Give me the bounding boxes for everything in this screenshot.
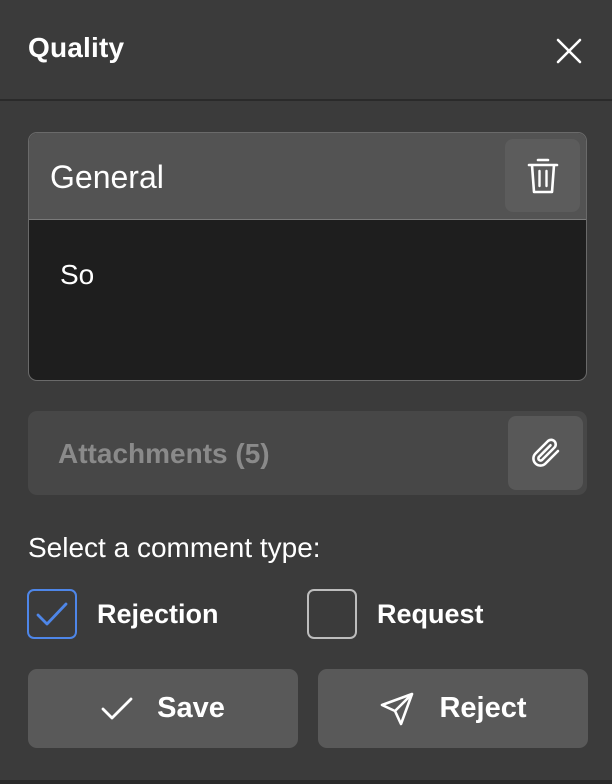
trash-icon (527, 158, 558, 193)
option-request[interactable]: Request (307, 589, 484, 639)
bottom-divider (0, 780, 612, 784)
request-label: Request (377, 598, 484, 629)
reject-button[interactable]: Reject (318, 669, 588, 748)
option-rejection[interactable]: Rejection (27, 589, 219, 639)
attach-button[interactable] (508, 416, 583, 490)
rejection-label: Rejection (97, 598, 219, 629)
reject-label: Reject (439, 692, 527, 724)
delete-comment-button[interactable] (505, 139, 580, 212)
panel-title: Quality (28, 32, 125, 63)
comment-category: General (50, 159, 164, 195)
comment-type-prompt: Select a comment type: (28, 532, 321, 563)
comment-card-header: General (29, 133, 586, 220)
checkmark-icon (101, 697, 133, 719)
panel-header: Quality (0, 0, 612, 101)
rejection-checkbox[interactable] (27, 589, 77, 639)
quality-panel: Quality General So Attachments (5) Selec… (0, 0, 612, 784)
save-label: Save (157, 692, 225, 724)
request-checkbox[interactable] (307, 589, 357, 639)
checkmark-icon (36, 602, 68, 626)
close-button[interactable] (552, 34, 586, 68)
attachments-label: Attachments (5) (58, 438, 270, 469)
save-button[interactable]: Save (28, 669, 298, 748)
comment-card: General So (28, 132, 587, 381)
attachments-bar[interactable]: Attachments (5) (28, 411, 587, 495)
close-icon (556, 38, 582, 64)
send-icon (381, 692, 414, 725)
paperclip-icon (531, 438, 559, 467)
comment-text[interactable]: So (60, 259, 94, 291)
